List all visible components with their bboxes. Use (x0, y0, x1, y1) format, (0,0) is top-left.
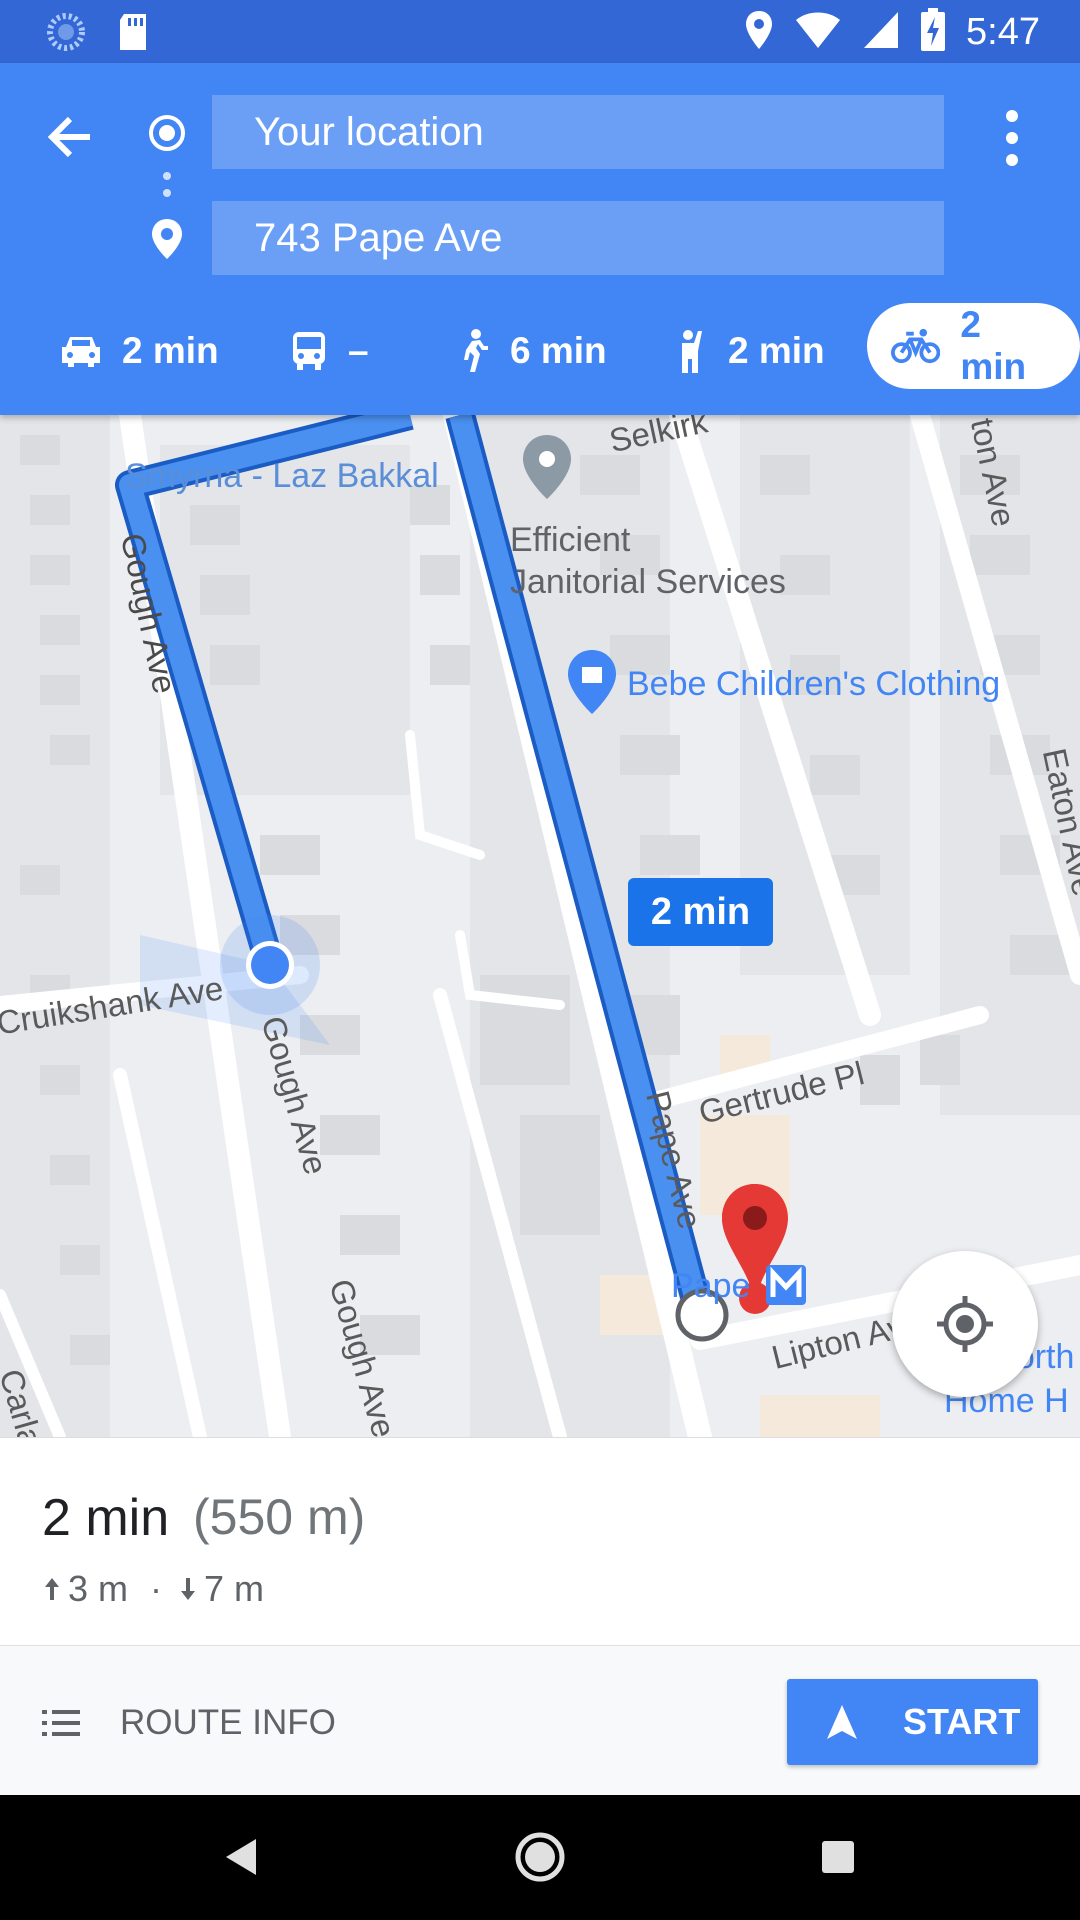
list-icon (42, 1710, 80, 1736)
sync-icon (46, 12, 86, 57)
mode-label: 2 min (728, 330, 825, 371)
status-bar: 5:47 (0, 0, 1080, 63)
separator: · (150, 1568, 163, 1609)
poi-label-pape-station[interactable]: Pape (671, 1267, 750, 1306)
walk-icon (464, 329, 488, 372)
route-distance: (550 m) (193, 1489, 366, 1545)
current-location-dot (251, 946, 289, 984)
system-nav-bar (0, 1795, 1080, 1920)
nav-back-icon (226, 1839, 256, 1875)
wifi-icon (794, 10, 842, 55)
mode-label: 2 min (122, 330, 219, 371)
start-button[interactable]: START (787, 1679, 1038, 1765)
mode-tab-ride[interactable]: 2 min (672, 308, 825, 394)
route-summary[interactable]: 2 min (550 m) 3 m · 7 m (0, 1437, 1080, 1645)
nav-recents-icon (822, 1841, 854, 1873)
my-location-icon (937, 1296, 993, 1352)
directions-header: Your location 743 Pape Ave 2 min – 6 min… (0, 63, 1080, 415)
route-info-button[interactable]: ROUTE INFO (42, 1698, 336, 1748)
back-button[interactable] (40, 107, 100, 167)
poi-label-smyrna[interactable]: Smyrna - Laz Bakkal (125, 457, 439, 496)
poi-label-janitorial[interactable]: Efficient Janitorial Services (510, 519, 786, 603)
route-time-bubble[interactable]: 2 min (628, 878, 773, 946)
descent-value: 7 m (204, 1568, 265, 1609)
elevation-info: 3 m · 7 m (42, 1568, 264, 1610)
mode-label: – (348, 330, 369, 371)
my-location-button[interactable] (892, 1251, 1038, 1397)
destination-field[interactable]: 743 Pape Ave (212, 201, 944, 275)
hail-icon (682, 330, 702, 373)
mode-label: 2 min (960, 304, 1027, 387)
car-icon (62, 337, 100, 367)
poi-label-bebe[interactable]: Bebe Children's Clothing (627, 665, 1000, 704)
arrow-back-icon (47, 116, 90, 158)
origin-field[interactable]: Your location (212, 95, 944, 169)
battery-charging-icon (920, 8, 946, 57)
nav-back-button[interactable] (212, 1827, 272, 1887)
subway-icon (766, 1265, 806, 1305)
location-icon (744, 9, 774, 56)
mode-label: 6 min (510, 330, 607, 371)
mode-tab-walk[interactable]: 6 min (456, 308, 607, 394)
travel-mode-tabs: 2 min – 6 min 2 min 2 min (0, 303, 1080, 413)
start-label: START (903, 1701, 1021, 1742)
origin-marker-icon (147, 113, 187, 153)
mode-tab-drive[interactable]: 2 min (60, 308, 219, 394)
ascent-value: 3 m (68, 1568, 129, 1609)
arrow-up-icon (45, 1578, 59, 1600)
bike-icon (891, 328, 941, 364)
status-time: 5:47 (966, 11, 1040, 53)
route-info-label: ROUTE INFO (120, 1703, 336, 1742)
cell-signal-icon (862, 10, 900, 55)
nav-home-button[interactable] (510, 1827, 570, 1887)
more-vert-icon (1006, 110, 1018, 166)
more-options-button[interactable] (990, 103, 1034, 173)
mode-tab-bike[interactable]: 2 min (867, 303, 1080, 389)
nav-home-icon (515, 1832, 565, 1882)
map-view[interactable]: Gough Ave Gough Ave Gough Ave Cruikshank… (0, 415, 1080, 1437)
nav-recents-button[interactable] (808, 1827, 868, 1887)
bus-icon (293, 332, 325, 370)
arrow-down-icon (181, 1578, 196, 1600)
sd-card-icon (116, 12, 150, 57)
mode-tab-transit[interactable]: – (290, 308, 369, 394)
route-duration: 2 min (42, 1489, 170, 1547)
navigation-arrow-icon (827, 1705, 857, 1739)
destination-pin-icon (150, 217, 184, 261)
action-bar: ROUTE INFO START (0, 1645, 1080, 1795)
